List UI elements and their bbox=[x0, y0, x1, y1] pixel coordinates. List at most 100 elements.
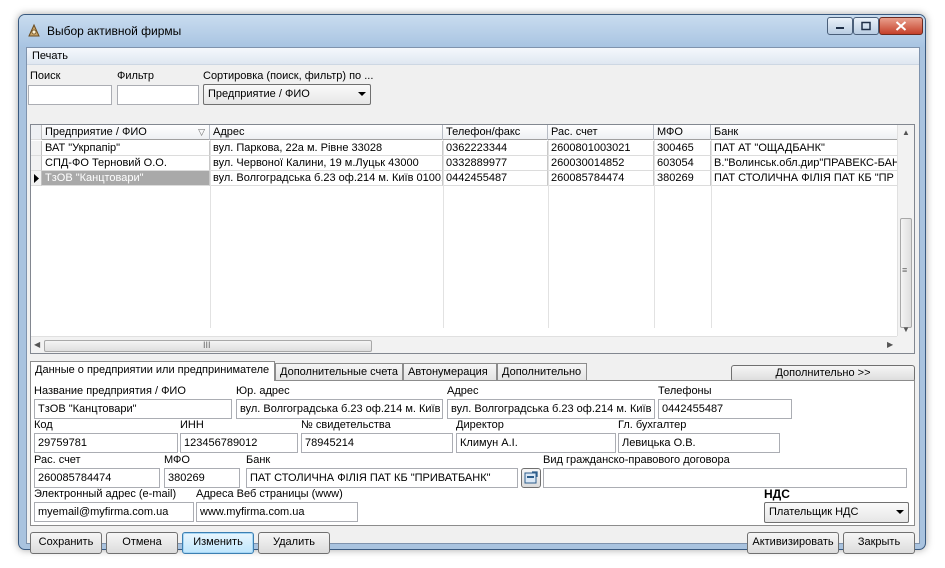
column-header-phone[interactable]: Телефон/факс bbox=[443, 125, 548, 140]
current-row-arrow-icon bbox=[34, 174, 39, 183]
cell-phone: 0442455487 bbox=[443, 171, 548, 186]
save-button[interactable]: Сохранить bbox=[30, 532, 102, 554]
phones-field[interactable]: 0442455487 bbox=[658, 399, 792, 419]
column-header-mfo[interactable]: МФО bbox=[654, 125, 711, 140]
thumb-grip: III bbox=[203, 340, 211, 350]
bank-label: Банк bbox=[246, 454, 271, 466]
phones-label: Телефоны bbox=[658, 385, 712, 397]
cell-account: 260030014852 bbox=[548, 156, 654, 171]
company-details-panel: Название предприятия / ФИО ТзОВ "Канцтов… bbox=[30, 380, 915, 526]
vat-select[interactable]: Плательщик НДС bbox=[764, 502, 909, 523]
sort-select-value: Предприятие / ФИО bbox=[208, 88, 310, 100]
tab-additional-accounts[interactable]: Дополнительные счета bbox=[275, 363, 403, 380]
director-label: Директор bbox=[456, 419, 504, 431]
title-bar[interactable]: Выбор активной фирмы bbox=[19, 15, 925, 47]
chevron-down-icon bbox=[896, 510, 904, 514]
legal-address-field[interactable]: вул. Волгоградська б.23 оф.214 м. Київ bbox=[236, 399, 443, 419]
inn-field[interactable]: 123456789012 bbox=[180, 433, 298, 453]
mfo-label: МФО bbox=[164, 454, 190, 466]
window-title: Выбор активной фирмы bbox=[47, 24, 182, 38]
main-window: Выбор активной фирмы Печать Поиск Фильтр… bbox=[18, 14, 926, 554]
cell-address: вул. Паркова, 22а м. Рівне 33028 bbox=[210, 141, 443, 156]
grid-header: Предприятие / ФИО ▽ Адрес Телефон/факс Р… bbox=[31, 125, 914, 140]
column-header-address[interactable]: Адрес bbox=[210, 125, 443, 140]
sort-select[interactable]: Предприятие / ФИО bbox=[203, 84, 371, 105]
close-icon bbox=[895, 21, 907, 31]
cell-account: 2600801003021 bbox=[548, 141, 654, 156]
menu-item-print[interactable]: Печать bbox=[32, 50, 68, 62]
inn-label: ИНН bbox=[180, 419, 204, 431]
email-field[interactable]: myemail@myfirma.com.ua bbox=[34, 502, 194, 522]
cancel-button[interactable]: Отмена bbox=[106, 532, 178, 554]
cell-mfo: 380269 bbox=[654, 171, 711, 186]
legal-address-label: Юр. адрес bbox=[236, 385, 290, 397]
app-icon bbox=[26, 23, 42, 39]
address-field[interactable]: вул. Волгоградська б.23 оф.214 м. Київ bbox=[447, 399, 655, 419]
row-indicator bbox=[31, 141, 42, 156]
column-header-company[interactable]: Предприятие / ФИО ▽ bbox=[42, 125, 210, 140]
cell-account: 260085784474 bbox=[548, 171, 654, 186]
horizontal-scrollbar[interactable]: ◀ III ▶ bbox=[31, 336, 899, 353]
accountant-field[interactable]: Левицька О.В. bbox=[618, 433, 780, 453]
minimize-button[interactable] bbox=[827, 17, 853, 35]
vertical-scrollbar[interactable]: ▲ ≡ ▼ bbox=[897, 125, 914, 337]
lookup-icon bbox=[524, 471, 538, 484]
code-field[interactable]: 29759781 bbox=[34, 433, 178, 453]
cell-company: СПД-ФО Терновий О.О. bbox=[42, 156, 210, 171]
certificate-label: № свидетельства bbox=[301, 419, 391, 431]
edit-button[interactable]: Изменить bbox=[182, 532, 254, 554]
cell-phone: 0332889977 bbox=[443, 156, 548, 171]
cell-company: ВАТ "Укрпапір" bbox=[42, 141, 210, 156]
search-label: Поиск bbox=[30, 70, 61, 82]
web-field[interactable]: www.myfirma.com.ua bbox=[196, 502, 358, 522]
bank-field[interactable]: ПАТ СТОЛИЧНА ФІЛІЯ ПАТ КБ "ПРИВАТБАНК" bbox=[246, 468, 518, 488]
scroll-down-icon[interactable]: ▼ bbox=[902, 325, 910, 334]
column-divider bbox=[654, 140, 655, 328]
account-field[interactable]: 260085784474 bbox=[34, 468, 160, 488]
contract-type-field[interactable] bbox=[543, 468, 907, 488]
column-header-bank[interactable]: Банк bbox=[711, 125, 899, 140]
name-label: Название предприятия / ФИО bbox=[34, 385, 186, 397]
vertical-scroll-thumb[interactable]: ≡ bbox=[900, 218, 912, 328]
filter-label: Фильтр bbox=[117, 70, 154, 82]
sort-label: Сортировка (поиск, фильтр) по ... bbox=[203, 70, 374, 82]
scroll-left-icon[interactable]: ◀ bbox=[34, 340, 40, 349]
activate-button[interactable]: Активизировать bbox=[747, 532, 839, 554]
column-header-account[interactable]: Рас. счет bbox=[548, 125, 654, 140]
column-divider bbox=[443, 140, 444, 328]
scroll-up-icon[interactable]: ▲ bbox=[902, 128, 910, 137]
scroll-right-icon[interactable]: ▶ bbox=[887, 340, 893, 349]
thumb-grip: ≡ bbox=[902, 265, 908, 275]
email-label: Электронный адрес (e-mail) bbox=[34, 488, 177, 500]
cell-phone: 0362223344 bbox=[443, 141, 548, 156]
mfo-field[interactable]: 380269 bbox=[164, 468, 240, 488]
director-field[interactable]: Климун А.І. bbox=[456, 433, 616, 453]
cell-bank: ПАТ АТ "ОЩАДБАНК" bbox=[711, 141, 899, 156]
cell-address: вул. Волгоградська б.23 оф.214 м. Київ 0… bbox=[210, 171, 443, 186]
header-corner bbox=[31, 125, 42, 140]
close-window-button[interactable] bbox=[879, 17, 923, 35]
address-label: Адрес bbox=[447, 385, 479, 397]
cell-mfo: 300465 bbox=[654, 141, 711, 156]
tab-company-data[interactable]: Данные о предприятии или предпринимателе bbox=[30, 361, 275, 381]
delete-button[interactable]: Удалить bbox=[258, 532, 330, 554]
filter-input[interactable] bbox=[117, 85, 199, 105]
search-input[interactable] bbox=[28, 85, 112, 105]
horizontal-scroll-thumb[interactable]: III bbox=[44, 340, 372, 352]
cell-address: вул. Червоної Калини, 19 м.Луцьк 43000 bbox=[210, 156, 443, 171]
bank-lookup-button[interactable] bbox=[521, 468, 541, 488]
code-label: Код bbox=[34, 419, 53, 431]
row-indicator bbox=[31, 156, 42, 171]
close-button[interactable]: Закрыть bbox=[843, 532, 915, 554]
tab-autonumbering[interactable]: Автонумерация bbox=[403, 363, 497, 380]
contract-type-label: Вид гражданско-правового договора bbox=[543, 454, 730, 466]
certificate-field[interactable]: 78945214 bbox=[301, 433, 453, 453]
minimize-icon bbox=[836, 27, 844, 29]
tab-additional[interactable]: Дополнительно bbox=[497, 363, 587, 380]
client-area: Печать Поиск Фильтр Сортировка (поиск, ф… bbox=[26, 47, 920, 554]
account-label: Рас. счет bbox=[34, 454, 81, 466]
name-field[interactable]: ТзОВ "Канцтовари" bbox=[34, 399, 232, 419]
vat-label: НДС bbox=[764, 487, 790, 501]
companies-grid[interactable]: Предприятие / ФИО ▽ Адрес Телефон/факс Р… bbox=[30, 124, 915, 354]
maximize-button[interactable] bbox=[853, 17, 879, 35]
